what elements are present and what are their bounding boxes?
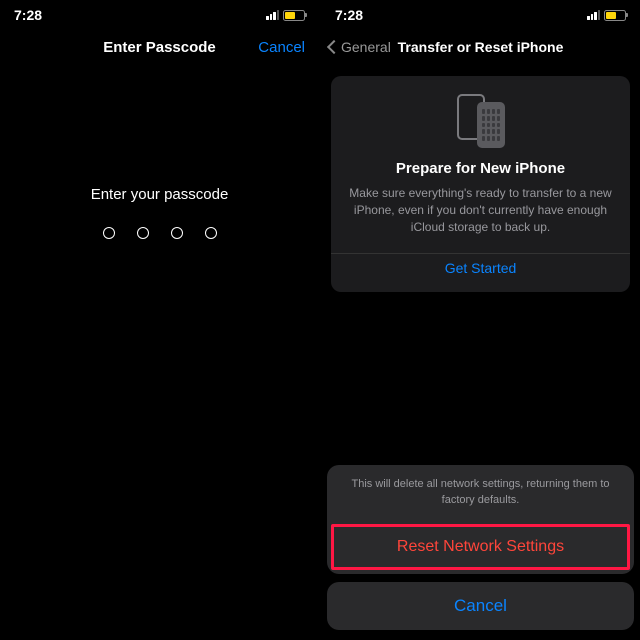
status-time: 7:28	[335, 7, 363, 23]
status-icons	[266, 10, 305, 21]
battery-icon	[283, 10, 305, 21]
cancel-button[interactable]: Cancel	[258, 39, 305, 56]
status-bar: 7:28	[0, 0, 319, 28]
back-button[interactable]: General	[329, 39, 391, 55]
signal-icon	[266, 10, 279, 20]
passcode-dot	[103, 227, 115, 239]
passcode-dot	[205, 227, 217, 239]
sheet-message: This will delete all network settings, r…	[327, 465, 634, 520]
back-label: General	[341, 39, 391, 55]
new-iphone-icon	[457, 94, 505, 148]
signal-icon	[587, 10, 600, 20]
get-started-button[interactable]: Get Started	[331, 253, 630, 278]
enter-passcode-screen: 7:28 Enter Passcode Cancel Enter your pa…	[0, 0, 319, 640]
passcode-dot	[137, 227, 149, 239]
passcode-dot	[171, 227, 183, 239]
nav-bar: General Transfer or Reset iPhone	[321, 28, 640, 66]
reset-network-settings-button[interactable]: Reset Network Settings	[331, 524, 630, 570]
chevron-back-icon	[327, 40, 341, 54]
transfer-reset-screen: 7:28 General Transfer or Reset iPhone Pr…	[321, 0, 640, 640]
status-bar: 7:28	[321, 0, 640, 28]
prepare-card: Prepare for New iPhone Make sure everyth…	[331, 76, 630, 292]
passcode-area: Enter your passcode	[0, 66, 319, 640]
status-time: 7:28	[14, 7, 42, 23]
passcode-prompt: Enter your passcode	[91, 186, 229, 203]
status-icons	[587, 10, 626, 21]
battery-icon	[604, 10, 626, 21]
prepare-title: Prepare for New iPhone	[345, 160, 616, 177]
action-sheet: This will delete all network settings, r…	[327, 465, 634, 630]
cancel-button[interactable]: Cancel	[327, 582, 634, 630]
nav-title: Enter Passcode	[103, 39, 216, 56]
content: Prepare for New iPhone Make sure everyth…	[321, 66, 640, 640]
prepare-desc: Make sure everything's ready to transfer…	[345, 185, 616, 235]
nav-bar: Enter Passcode Cancel	[0, 28, 319, 66]
sheet-group: This will delete all network settings, r…	[327, 465, 634, 574]
nav-title: Transfer or Reset iPhone	[398, 39, 564, 55]
passcode-dots[interactable]	[103, 227, 217, 239]
